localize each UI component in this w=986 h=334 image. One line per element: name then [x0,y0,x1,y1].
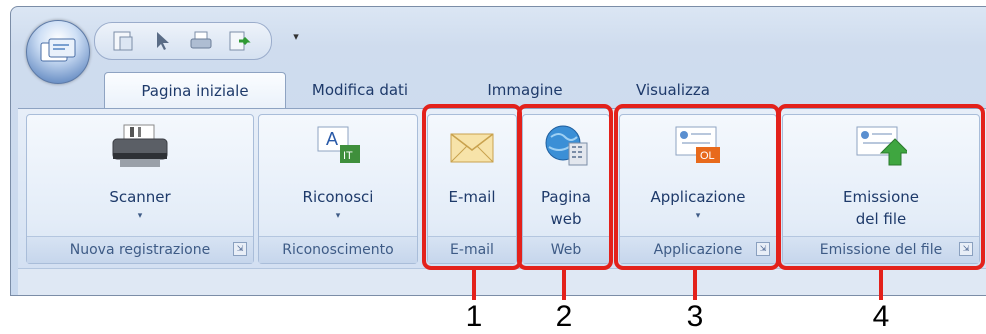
riconosci-button[interactable]: A IT Riconosci ▾ [273,117,403,235]
group-label-riconoscimento: Riconoscimento [259,236,417,263]
chevron-down-icon: ▾ [335,211,341,221]
save-icon[interactable] [111,29,135,53]
quick-access-toolbar [94,22,272,60]
tab-immagine[interactable]: Immagine [470,72,580,108]
ocr-icon: A IT [317,126,360,163]
scanner-app-orb-icon [40,38,76,62]
pointer-icon[interactable] [151,29,175,53]
callout-box-4 [777,104,985,270]
group-nuova-registrazione: Scanner ▾ Nuova registrazione ⇲ [26,114,254,264]
tab-pagina-iniziale[interactable]: Pagina iniziale [104,72,286,109]
callout-box-2 [517,104,613,270]
callout-box-1 [422,104,522,270]
customize-qat-icon[interactable]: ▾ [288,30,304,50]
riconosci-label: Riconosci [302,188,374,206]
status-strip [18,268,986,295]
group-label-nuova-registrazione: Nuova registrazione [27,236,253,263]
svg-text:A: A [326,129,338,149]
app-window-screenshot: ▾ Pagina iniziale Modifica dati Immagine… [0,0,986,334]
group-label-text: Nuova registrazione [69,242,211,258]
chevron-down-icon: ▾ [137,211,143,221]
svg-text:IT: IT [343,150,353,162]
callout-leader-3 [693,270,697,300]
group-riconoscimento: A IT Riconosci ▾ Riconoscimento [258,114,418,264]
export-icon[interactable] [227,29,251,53]
scanner-icon [112,124,168,167]
dialog-launcher-icon[interactable]: ⇲ [233,242,247,256]
group-label-text: Riconoscimento [282,242,394,258]
callout-leader-2 [562,270,566,300]
application-orb-button[interactable] [26,20,90,84]
callout-number-1: 1 [465,300,483,333]
tab-visualizza[interactable]: Visualizza [618,72,728,108]
callout-leader-1 [472,270,476,300]
callout-number-4: 4 [872,300,890,333]
callout-box-3 [614,104,780,270]
print-icon[interactable] [189,29,213,53]
tab-modifica-dati[interactable]: Modifica dati [300,72,420,108]
callout-leader-4 [879,270,883,300]
scanner-label: Scanner [109,188,171,206]
callout-number-3: 3 [686,300,704,333]
scanner-button[interactable]: Scanner ▾ [67,117,213,235]
callout-number-2: 2 [555,300,573,333]
